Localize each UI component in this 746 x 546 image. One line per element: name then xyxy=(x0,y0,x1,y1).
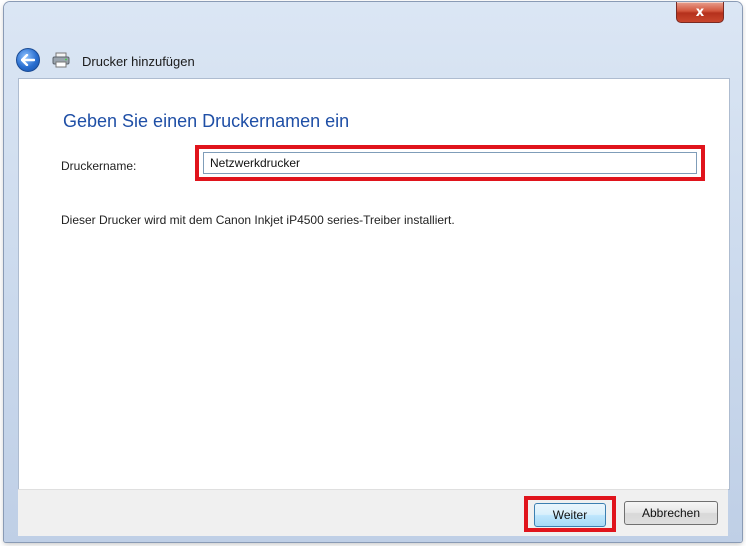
add-printer-window: x Drucker hinzufügen Geben Sie einen Dru… xyxy=(4,2,742,542)
title-bar: Drucker hinzufügen xyxy=(4,42,742,72)
cancel-button[interactable]: Abbrechen xyxy=(624,501,718,525)
back-button[interactable] xyxy=(16,48,40,72)
printer-icon xyxy=(52,52,70,68)
driver-info-text: Dieser Drucker wird mit dem Canon Inkjet… xyxy=(61,213,455,227)
printer-name-highlight: Netzwerkdrucker xyxy=(195,145,705,181)
back-arrow-icon xyxy=(21,54,35,66)
window-title: Drucker hinzufügen xyxy=(82,54,195,69)
next-button[interactable]: Weiter xyxy=(534,503,606,527)
close-icon: x xyxy=(695,4,705,20)
close-button[interactable]: x xyxy=(676,2,724,23)
page-heading: Geben Sie einen Druckernamen ein xyxy=(63,111,350,131)
printer-name-label: Druckername: xyxy=(61,159,137,173)
next-button-highlight: Weiter xyxy=(524,496,616,532)
button-bar: Weiter Abbrechen xyxy=(18,489,728,536)
wizard-content: Geben Sie einen Druckernamen ein Drucker… xyxy=(18,78,730,490)
printer-name-input[interactable]: Netzwerkdrucker xyxy=(203,152,697,174)
